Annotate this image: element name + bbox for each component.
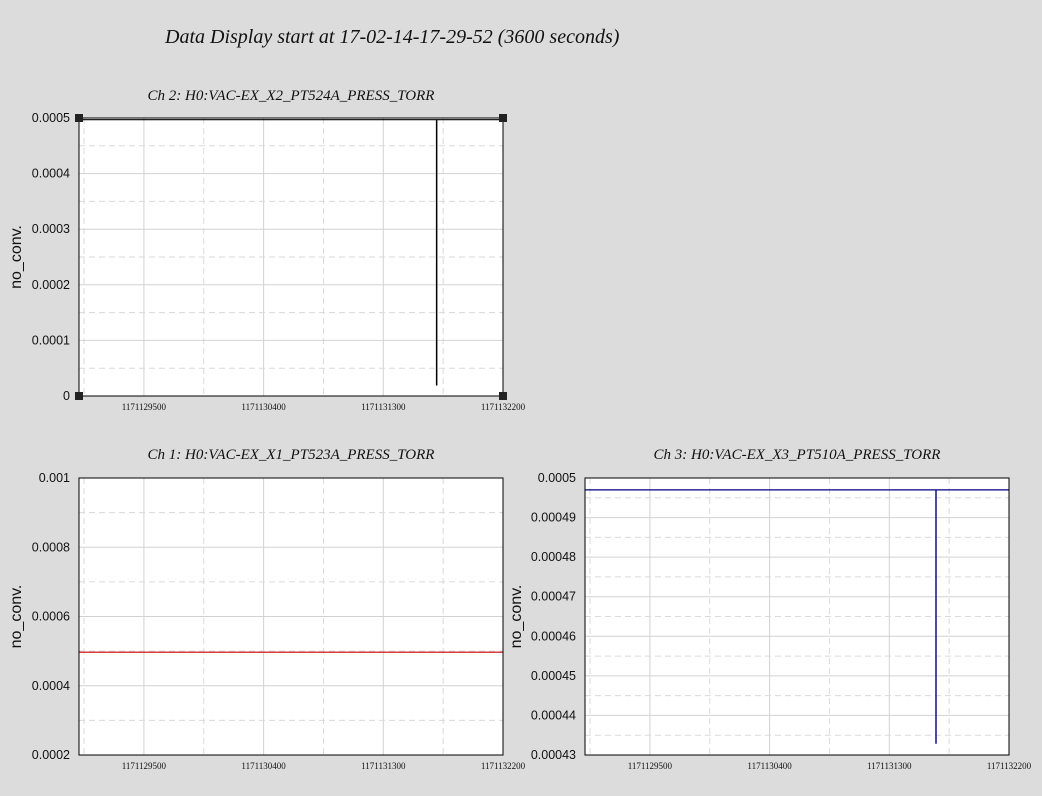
y-tick-label: 0.0008 bbox=[32, 540, 70, 554]
x-tick-label: 1171130400 bbox=[241, 761, 286, 771]
chart-ch3[interactable]: 0.00043 0.00044 0.00045 0.00046 0.00047 0.000… bbox=[508, 447, 1032, 771]
y-tick-label: 0.00044 bbox=[531, 708, 576, 722]
y-tick-label: 0.0003 bbox=[32, 222, 70, 236]
y-tick-label: 0.0005 bbox=[32, 111, 70, 125]
y-tick-label: 0.0002 bbox=[32, 748, 70, 762]
chart-title: Ch 2: H0:VAC-EX_X2_PT524A_PRESS_TORR bbox=[148, 88, 435, 104]
chart-ch1[interactable]: 0.0002 0.0004 0.0006 0.0008 0.001 1171129500 1… bbox=[8, 447, 526, 771]
y-axis-label: no_conv. bbox=[8, 585, 25, 649]
x-tick-label: 1171129500 bbox=[122, 761, 167, 771]
y-tick-label: 0.0001 bbox=[32, 333, 70, 347]
x-tick-label: 1171130400 bbox=[747, 761, 792, 771]
selection-handle[interactable] bbox=[499, 392, 507, 400]
x-tick-label: 1171131300 bbox=[361, 402, 406, 412]
y-tick-label: 0 bbox=[63, 389, 70, 403]
x-tick-label: 1171131300 bbox=[867, 761, 912, 771]
y-tick-label: 0.0006 bbox=[32, 610, 70, 624]
chart-title: Ch 3: H0:VAC-EX_X3_PT510A_PRESS_TORR bbox=[654, 447, 941, 463]
y-tick-label: 0.00047 bbox=[531, 590, 576, 604]
y-axis-label: no_conv. bbox=[8, 225, 25, 289]
x-tick-label: 1171131300 bbox=[361, 761, 406, 771]
chart-title: Ch 1: H0:VAC-EX_X1_PT523A_PRESS_TORR bbox=[148, 447, 435, 463]
selection-handle[interactable] bbox=[75, 114, 83, 122]
y-axis-label: no_conv. bbox=[508, 585, 525, 649]
y-tick-label: 0.00043 bbox=[531, 748, 576, 762]
y-tick-label: 0.00049 bbox=[531, 511, 576, 525]
y-tick-label: 0.0002 bbox=[32, 278, 70, 292]
charts-canvas: 0 0.0001 0.0002 0.0003 0.0004 0.0005 117112950… bbox=[8, 88, 1032, 771]
y-tick-label: 0.00046 bbox=[531, 629, 576, 643]
x-tick-label: 1171132200 bbox=[481, 402, 526, 412]
y-tick-label: 0.00048 bbox=[531, 550, 576, 564]
y-tick-label: 0.00045 bbox=[531, 669, 576, 683]
selection-handle[interactable] bbox=[75, 392, 83, 400]
x-tick-label: 1171130400 bbox=[241, 402, 286, 412]
chart-ch2[interactable]: 0 0.0001 0.0002 0.0003 0.0004 0.0005 117112950… bbox=[8, 88, 526, 412]
x-tick-label: 1171129500 bbox=[122, 402, 167, 412]
selection-handle[interactable] bbox=[499, 114, 507, 122]
y-tick-label: 0.0004 bbox=[32, 679, 70, 693]
y-tick-label: 0.0005 bbox=[538, 471, 576, 485]
y-tick-label: 0.001 bbox=[39, 471, 70, 485]
x-tick-label: 1171132200 bbox=[987, 761, 1032, 771]
y-tick-label: 0.0004 bbox=[32, 167, 70, 181]
x-tick-label: 1171132200 bbox=[481, 761, 526, 771]
x-tick-label: 1171129500 bbox=[628, 761, 673, 771]
